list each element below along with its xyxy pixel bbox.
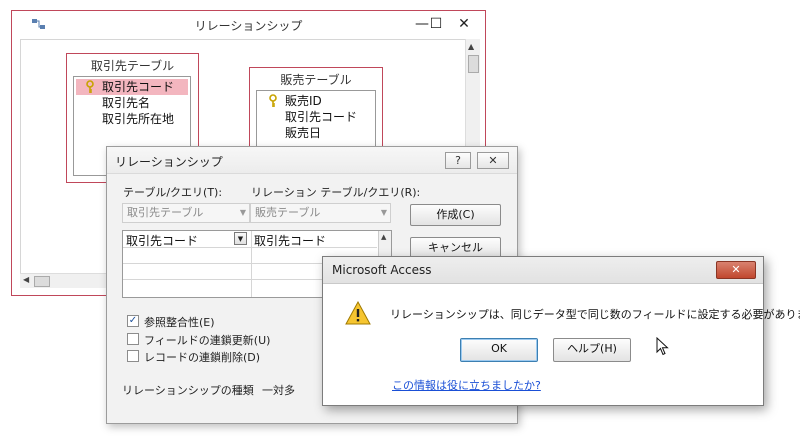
cascade-delete-checkbox[interactable] <box>127 350 139 362</box>
message-box-close-button[interactable]: ✕ <box>716 261 756 279</box>
key-icon <box>269 94 277 107</box>
grid-cell-related-field[interactable]: 取引先コード <box>254 232 326 249</box>
chevron-down-icon: ▼ <box>239 208 246 217</box>
relation-type-label: リレーションシップの種類 <box>122 384 254 397</box>
cascade-update-checkbox[interactable] <box>127 333 139 345</box>
field-item[interactable]: 販売日 <box>259 125 321 141</box>
chevron-down-icon: ▼ <box>380 208 387 217</box>
ok-button[interactable]: OK <box>460 338 538 362</box>
field-item[interactable]: 取引先所在地 <box>76 111 174 127</box>
warning-icon <box>345 301 371 325</box>
table-query-label: テーブル/クエリ(T): <box>123 186 223 199</box>
referential-integrity-label: 参照整合性(E) <box>144 316 215 329</box>
related-table-query-combo[interactable]: 販売テーブル ▼ <box>250 203 391 223</box>
chevron-down-icon[interactable]: ▼ <box>234 232 247 245</box>
dialog-title: リレーションシップ <box>115 155 223 169</box>
cascade-delete-label: レコードの連鎖削除(D) <box>144 351 261 364</box>
field-item[interactable]: 取引先コード <box>76 79 188 95</box>
maximize-button[interactable]: ☐ <box>425 15 447 33</box>
field-item-label: 販売日 <box>285 126 322 140</box>
table-header: 販売テーブル <box>280 73 352 87</box>
scroll-thumb[interactable] <box>468 55 479 73</box>
field-item-label: 取引先コード <box>285 110 358 124</box>
scroll-left-icon[interactable]: ◀ <box>23 275 29 284</box>
create-button[interactable]: 作成(C) <box>410 204 501 226</box>
mouse-cursor-icon <box>656 337 669 356</box>
grid-cell-table-field[interactable]: 取引先コード <box>126 232 198 249</box>
dialog-close-button[interactable]: ✕ <box>477 152 509 169</box>
scroll-thumb[interactable] <box>34 276 50 287</box>
cascade-update-label: フィールドの連鎖更新(U) <box>144 334 271 347</box>
field-item[interactable]: 販売ID <box>259 93 322 109</box>
message-box-title: Microsoft Access <box>332 263 432 277</box>
help-button[interactable]: ヘルプ(H) <box>553 338 631 362</box>
related-table-query-label: リレーション テーブル/クエリ(R): <box>251 186 421 199</box>
feedback-link[interactable]: この情報は役に立ちましたか? <box>392 377 541 393</box>
table-header: 取引先テーブル <box>90 59 175 73</box>
field-item-label: 販売ID <box>285 94 322 108</box>
dialog-titlebar[interactable]: リレーションシップ ? ✕ <box>107 147 517 174</box>
referential-integrity-checkbox[interactable]: ✓ <box>127 315 139 327</box>
field-item-label: 取引先名 <box>102 96 151 110</box>
related-table-query-value: 販売テーブル <box>255 206 321 219</box>
scroll-up-icon[interactable]: ▲ <box>468 42 474 51</box>
field-item[interactable]: 取引先名 <box>76 95 150 111</box>
scroll-up-icon[interactable]: ▲ <box>381 233 386 241</box>
field-item-label: 取引先コード <box>102 80 175 94</box>
access-message-box: Microsoft Access ✕ リレーションシップは、同じデータ型で同じ数… <box>322 256 800 406</box>
field-item-label: 取引先所在地 <box>102 112 175 126</box>
relation-type-value: 一対多 <box>262 384 295 397</box>
message-text: リレーションシップは、同じデータ型で同じ数のフィールドに設定する必要があります。 <box>390 308 800 321</box>
field-item[interactable]: 取引先コード <box>259 109 357 125</box>
key-icon <box>86 80 94 93</box>
table-query-value: 取引先テーブル <box>127 206 204 219</box>
message-box-titlebar[interactable]: Microsoft Access ✕ <box>323 257 763 284</box>
close-button[interactable]: ✕ <box>453 15 475 33</box>
help-button[interactable]: ? <box>445 152 471 169</box>
table-query-combo[interactable]: 取引先テーブル ▼ <box>122 203 250 223</box>
relationships-titlebar[interactable]: リレーションシップ — ☐ ✕ <box>12 11 485 39</box>
table-box-sales[interactable]: 販売テーブル 販売ID 取引先コード 販売日 <box>249 67 383 160</box>
